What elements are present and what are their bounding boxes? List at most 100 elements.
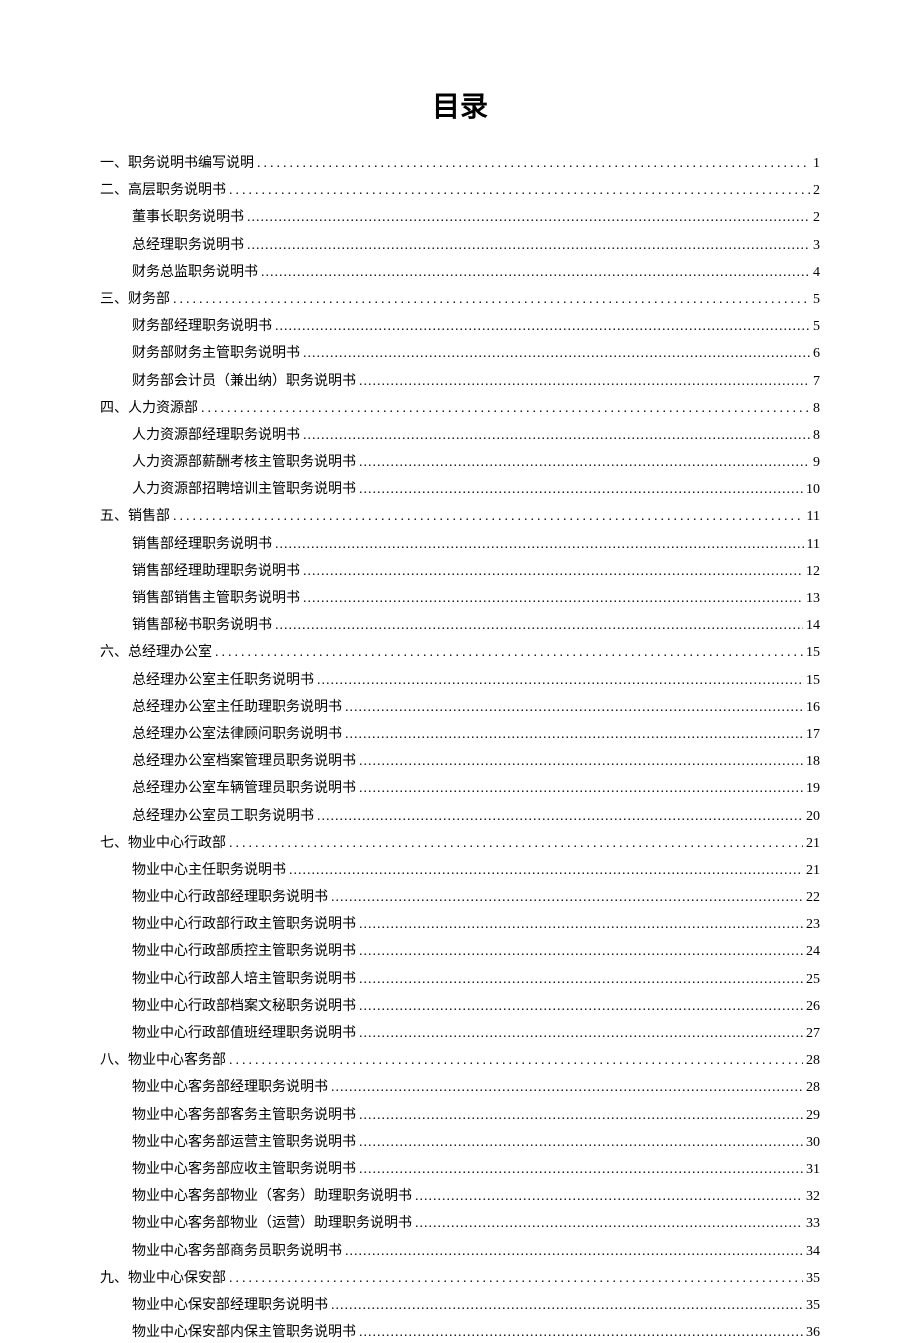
toc-entry: 销售部销售主管职务说明书............................… bbox=[132, 588, 820, 609]
toc-dots: ........................................… bbox=[359, 452, 810, 473]
toc-entry: 物业中心客务部应收主管职务说明书........................… bbox=[132, 1159, 820, 1180]
toc-entry: 总经理办公室档案管理员职务说明书........................… bbox=[132, 751, 820, 772]
toc-dots: ........................................… bbox=[275, 534, 804, 555]
toc-dots: ........................................… bbox=[201, 398, 810, 419]
toc-entry-label: 物业中心保安部经理职务说明书 bbox=[132, 1295, 328, 1316]
toc-entry-page: 5 bbox=[813, 316, 820, 337]
toc-dots: ........................................… bbox=[415, 1186, 803, 1207]
toc-entry-page: 24 bbox=[806, 941, 820, 962]
toc-entry-label: 董事长职务说明书 bbox=[132, 207, 244, 228]
toc-entry: 销售部经理助理职务说明书............................… bbox=[132, 561, 820, 582]
toc-entry-page: 15 bbox=[806, 642, 820, 663]
toc-entry-label: 八、物业中心客务部 bbox=[100, 1050, 226, 1071]
toc-entry-label: 三、财务部 bbox=[100, 289, 170, 310]
toc-entry-label: 销售部经理职务说明书 bbox=[132, 534, 272, 555]
toc-entry-page: 22 bbox=[806, 887, 820, 908]
toc-entry: 九、物业中心保安部...............................… bbox=[100, 1268, 820, 1289]
page-title: 目录 bbox=[100, 85, 820, 125]
toc-entry-label: 总经理办公室员工职务说明书 bbox=[132, 806, 314, 827]
toc-entry-label: 财务部会计员（兼出纳）职务说明书 bbox=[132, 371, 356, 392]
toc-entry-label: 总经理办公室档案管理员职务说明书 bbox=[132, 751, 356, 772]
toc-entry-page: 27 bbox=[806, 1023, 820, 1044]
toc-entry-label: 物业中心行政部经理职务说明书 bbox=[132, 887, 328, 908]
toc-entry: 财务总监职务说明书...............................… bbox=[132, 262, 820, 283]
table-of-contents: 一、职务说明书编写说明.............................… bbox=[100, 153, 820, 1343]
toc-dots: ........................................… bbox=[303, 588, 803, 609]
toc-entry-page: 21 bbox=[806, 833, 820, 854]
toc-dots: ........................................… bbox=[173, 289, 810, 310]
toc-dots: ........................................… bbox=[247, 235, 810, 256]
toc-entry-page: 25 bbox=[806, 969, 820, 990]
toc-entry: 销售部秘书职务说明书..............................… bbox=[132, 615, 820, 636]
toc-dots: ........................................… bbox=[359, 1105, 803, 1126]
toc-entry-label: 二、高层职务说明书 bbox=[100, 180, 226, 201]
toc-entry-page: 10 bbox=[806, 479, 820, 500]
toc-entry-page: 18 bbox=[806, 751, 820, 772]
toc-dots: ........................................… bbox=[303, 425, 810, 446]
toc-entry-page: 29 bbox=[806, 1105, 820, 1126]
toc-entry-page: 35 bbox=[806, 1295, 820, 1316]
toc-entry-page: 5 bbox=[813, 289, 820, 310]
toc-entry: 人力资源部薪酬考核主管职务说明书........................… bbox=[132, 452, 820, 473]
toc-entry-label: 总经理办公室主任职务说明书 bbox=[132, 670, 314, 691]
toc-entry: 一、职务说明书编写说明.............................… bbox=[100, 153, 820, 174]
toc-dots: ........................................… bbox=[229, 833, 803, 854]
toc-entry-label: 销售部经理助理职务说明书 bbox=[132, 561, 300, 582]
toc-dots: ........................................… bbox=[229, 1050, 803, 1071]
toc-dots: ........................................… bbox=[345, 724, 803, 745]
toc-dots: ........................................… bbox=[359, 914, 803, 935]
toc-entry: 总经理办公室员工职务说明书...........................… bbox=[132, 806, 820, 827]
toc-dots: ........................................… bbox=[359, 996, 803, 1017]
toc-entry-label: 物业中心客务部运营主管职务说明书 bbox=[132, 1132, 356, 1153]
toc-dots: ........................................… bbox=[359, 941, 803, 962]
toc-dots: ........................................… bbox=[359, 1132, 803, 1153]
toc-entry-label: 七、物业中心行政部 bbox=[100, 833, 226, 854]
toc-dots: ........................................… bbox=[317, 670, 803, 691]
toc-entry-page: 36 bbox=[806, 1322, 820, 1343]
toc-entry-label: 人力资源部薪酬考核主管职务说明书 bbox=[132, 452, 356, 473]
toc-entry-page: 3 bbox=[813, 235, 820, 256]
toc-entry-page: 1 bbox=[813, 153, 820, 174]
toc-entry: 八、物业中心客务部...............................… bbox=[100, 1050, 820, 1071]
toc-dots: ........................................… bbox=[359, 969, 803, 990]
toc-entry-label: 四、人力资源部 bbox=[100, 398, 198, 419]
toc-dots: ........................................… bbox=[359, 778, 803, 799]
toc-entry-label: 财务部经理职务说明书 bbox=[132, 316, 272, 337]
toc-dots: ........................................… bbox=[289, 860, 803, 881]
toc-dots: ........................................… bbox=[257, 153, 810, 174]
toc-entry-label: 物业中心主任职务说明书 bbox=[132, 860, 286, 881]
toc-entry: 六、总经理办公室................................… bbox=[100, 642, 820, 663]
toc-dots: ........................................… bbox=[359, 751, 803, 772]
toc-entry-label: 销售部销售主管职务说明书 bbox=[132, 588, 300, 609]
toc-dots: ........................................… bbox=[359, 1023, 803, 1044]
toc-entry-label: 物业中心客务部客务主管职务说明书 bbox=[132, 1105, 356, 1126]
toc-dots: ........................................… bbox=[345, 1241, 803, 1262]
toc-entry-label: 物业中心行政部质控主管职务说明书 bbox=[132, 941, 356, 962]
toc-entry: 物业中心客务部经理职务说明书..........................… bbox=[132, 1077, 820, 1098]
toc-entry: 三、财务部...................................… bbox=[100, 289, 820, 310]
toc-entry-label: 物业中心客务部商务员职务说明书 bbox=[132, 1241, 342, 1262]
toc-entry: 销售部经理职务说明书..............................… bbox=[132, 534, 820, 555]
toc-entry: 物业中心客务部物业（客务）助理职务说明书....................… bbox=[132, 1186, 820, 1207]
toc-dots: ........................................… bbox=[275, 316, 810, 337]
toc-entry-label: 物业中心行政部档案文秘职务说明书 bbox=[132, 996, 356, 1017]
toc-entry-page: 6 bbox=[813, 343, 820, 364]
toc-entry-page: 4 bbox=[813, 262, 820, 283]
toc-entry-page: 16 bbox=[806, 697, 820, 718]
toc-dots: ........................................… bbox=[345, 697, 803, 718]
toc-dots: ........................................… bbox=[215, 642, 803, 663]
toc-entry-page: 30 bbox=[806, 1132, 820, 1153]
toc-dots: ........................................… bbox=[261, 262, 810, 283]
toc-entry: 二、高层职务说明书...............................… bbox=[100, 180, 820, 201]
toc-dots: ........................................… bbox=[359, 479, 803, 500]
toc-entry-page: 13 bbox=[806, 588, 820, 609]
toc-entry: 物业中心客务部商务员职务说明书.........................… bbox=[132, 1241, 820, 1262]
toc-entry: 总经理办公室车辆管理员职务说明书........................… bbox=[132, 778, 820, 799]
toc-entry-label: 物业中心客务部应收主管职务说明书 bbox=[132, 1159, 356, 1180]
toc-entry: 七、物业中心行政部...............................… bbox=[100, 833, 820, 854]
toc-entry-page: 23 bbox=[806, 914, 820, 935]
toc-entry-label: 物业中心客务部物业（运营）助理职务说明书 bbox=[132, 1213, 412, 1234]
toc-entry-label: 物业中心保安部内保主管职务说明书 bbox=[132, 1322, 356, 1343]
toc-dots: ........................................… bbox=[415, 1213, 803, 1234]
toc-entry-label: 五、销售部 bbox=[100, 506, 170, 527]
